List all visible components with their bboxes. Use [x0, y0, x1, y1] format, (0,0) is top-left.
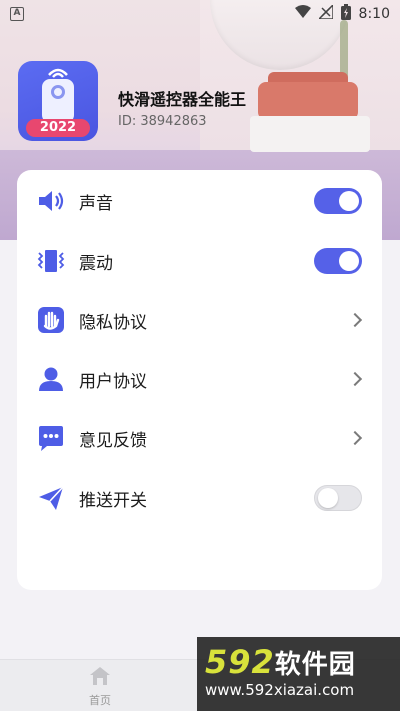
tab-home-label: 首页 [89, 694, 111, 707]
watermark-banner: 592软件园 www.592xiazai.com [197, 637, 400, 711]
app-name: 快滑遥控器全能王 [118, 90, 247, 109]
push-toggle[interactable] [314, 485, 362, 511]
app-logo: 2022 [18, 61, 98, 141]
settings-item-label: 震动 [79, 253, 113, 274]
watermark-url: www.592xiazai.com [205, 681, 355, 699]
settings-item-push[interactable]: 推送开关 [17, 473, 382, 523]
home-icon [89, 667, 111, 690]
chevron-right-icon [347, 430, 363, 446]
user-icon [37, 365, 65, 393]
signal-icon [316, 3, 334, 23]
app-logo-year: 2022 [26, 119, 90, 137]
vibration-toggle[interactable] [314, 248, 362, 274]
wifi-icon [294, 5, 311, 23]
sofa-base-decor [250, 116, 370, 152]
speaker-icon [37, 187, 65, 215]
watermark-brand: 592软件园 [205, 643, 392, 681]
chat-bubble-icon [37, 424, 65, 452]
vibration-icon [37, 247, 65, 275]
remote-icon [42, 79, 74, 123]
watermark-text: 软件园 [274, 650, 356, 680]
settings-item-feedback[interactable]: 意见反馈 [17, 413, 382, 463]
settings-item-vibration[interactable]: 震动 [17, 236, 382, 286]
status-bar: A 8:10 [0, 0, 400, 28]
settings-item-label: 隐私协议 [79, 312, 147, 333]
app-id: ID: 38942863 [118, 114, 207, 129]
chevron-right-icon [347, 312, 363, 328]
chevron-right-icon [347, 371, 363, 387]
sofa-decor [258, 82, 358, 120]
settings-item-sound[interactable]: 声音 [17, 176, 382, 226]
settings-item-privacy[interactable]: 隐私协议 [17, 295, 382, 345]
hand-icon [37, 306, 65, 334]
battery-charging-icon [340, 4, 351, 24]
settings-item-label: 推送开关 [79, 490, 147, 511]
sound-toggle[interactable] [314, 188, 362, 214]
clock: 8:10 [358, 6, 390, 22]
watermark-number: 592 [205, 643, 275, 681]
settings-item-label: 声音 [79, 193, 113, 214]
settings-item-label: 意见反馈 [79, 430, 147, 451]
tab-home[interactable]: 首页 [80, 666, 120, 708]
send-icon [37, 484, 65, 512]
settings-item-user-agreement[interactable]: 用户协议 [17, 354, 382, 404]
settings-card: 声音 震动 隐私协议 用户协议 意见反馈 推送开关 [17, 170, 382, 590]
notification-icon: A [10, 7, 24, 21]
settings-item-label: 用户协议 [79, 371, 147, 392]
